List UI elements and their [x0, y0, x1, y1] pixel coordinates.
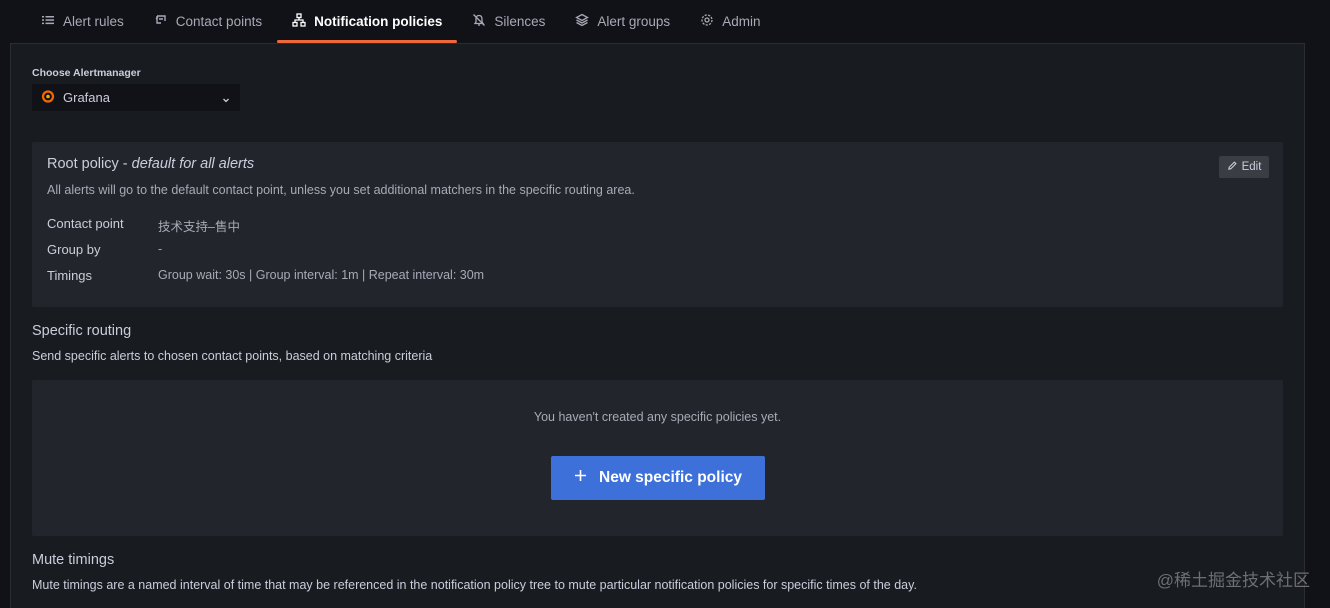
empty-state-text: You haven't created any specific policie… [533, 410, 782, 424]
tab-notification-policies[interactable]: Notification policies [277, 0, 458, 43]
alertmanager-select[interactable]: Grafana [32, 84, 240, 111]
list-icon [41, 13, 55, 30]
plus-icon [574, 469, 587, 487]
root-policy-description: All alerts will go to the default contac… [47, 183, 635, 197]
contact-point-value: 技术支持–售中 [158, 220, 240, 234]
new-specific-policy-label: New specific policy [599, 469, 742, 486]
watermark: @稀土掘金技术社区 [1156, 571, 1310, 590]
bell-slash-icon [472, 13, 486, 30]
tab-label: Alert rules [63, 14, 124, 29]
tab-silences[interactable]: Silences [457, 0, 560, 43]
contact-point-label: Contact point [47, 216, 124, 231]
root-policy-title-main: Root policy - [47, 156, 132, 172]
mute-timings-title: Mute timings [32, 552, 115, 568]
sitemap-icon [292, 13, 306, 30]
tab-contact-points[interactable]: Contact points [139, 0, 277, 43]
tab-alert-rules[interactable]: Alert rules [26, 0, 139, 43]
mute-timings-description: Mute timings are a named interval of tim… [32, 578, 917, 592]
alertmanager-selected-value: Grafana [63, 90, 110, 105]
pen-icon [1227, 160, 1238, 174]
chevron-down-icon [221, 93, 231, 103]
tab-bar: Alert rules Contact points Notification … [26, 0, 775, 43]
layer-group-icon [575, 13, 590, 30]
edit-button[interactable]: Edit [1219, 156, 1269, 178]
root-policy-title: Root policy - default for all alerts [47, 156, 254, 172]
specific-policies-empty-state: You haven't created any specific policie… [32, 380, 1283, 536]
specific-routing-description: Send specific alerts to chosen contact p… [32, 349, 433, 363]
tab-alert-groups[interactable]: Alert groups [560, 0, 685, 43]
tab-label: Alert groups [597, 14, 671, 29]
timings-label: Timings [47, 268, 93, 283]
specific-routing-title: Specific routing [32, 323, 132, 339]
grafana-logo-icon [41, 89, 55, 106]
alertmanager-label: Choose Alertmanager [32, 67, 141, 79]
cog-icon [700, 13, 714, 30]
new-specific-policy-button[interactable]: New specific policy [551, 456, 765, 500]
main-panel: Choose Alertmanager Grafana Root policy … [10, 43, 1305, 608]
root-policy-title-emphasis: default for all alerts [131, 156, 255, 172]
timings-value: Group wait: 30s | Group interval: 1m | R… [158, 268, 485, 282]
tab-label: Silences [494, 14, 546, 29]
group-by-label: Group by [47, 242, 101, 257]
tab-label: Contact points [175, 14, 263, 29]
tab-label: Admin [722, 14, 761, 29]
comment-icon [154, 13, 168, 30]
edit-button-label: Edit [1241, 161, 1262, 173]
root-policy-card: Root policy - default for all alerts All… [32, 142, 1283, 307]
tab-admin[interactable]: Admin [685, 0, 775, 43]
group-by-value: - [158, 242, 163, 256]
tab-label: Notification policies [314, 14, 443, 29]
